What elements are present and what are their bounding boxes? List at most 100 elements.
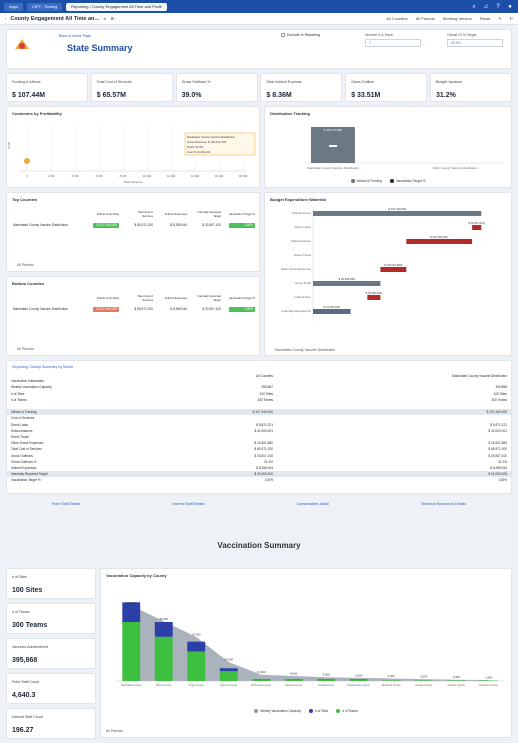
header-cell: [9, 209, 89, 218]
bottom-counties-title: Bottom Counties: [12, 281, 45, 286]
share-icon[interactable]: ⋖: [103, 16, 106, 21]
capacity-area: [131, 605, 489, 681]
county-tick-label: Rockland County: [382, 684, 402, 687]
kpi-value: 300 Teams: [12, 622, 48, 629]
checkbox-icon[interactable]: [281, 33, 285, 37]
table-cell: $ 8,358,944: [170, 223, 187, 228]
county-tick-label: Queens County: [220, 684, 238, 687]
refresh-icon[interactable]: ↻: [510, 16, 513, 21]
waterfall-bar[interactable]: [472, 225, 482, 230]
tooltip-line-3: Cost: $ 19,301,241: [187, 150, 211, 154]
scatter-point[interactable]: [24, 158, 30, 164]
tab-reporting[interactable]: Reporting / County Engagement All Time a…: [66, 2, 167, 11]
customers-xlabel: Total Revenue: [123, 180, 143, 184]
help-icon[interactable]: ?: [494, 3, 502, 11]
table-cell: 100%: [264, 478, 273, 483]
county-tick-label: Dutchess County: [479, 684, 499, 687]
edit-icon[interactable]: ✎: [498, 16, 501, 21]
back-home-link[interactable]: Back to Home Page: [59, 34, 91, 38]
target-field-label: Global Of % Target: [447, 33, 477, 37]
table-cell: $ 107,440,000: [89, 302, 123, 316]
distribution-bar-label: $ 105,477,886: [324, 128, 342, 132]
sites-bar[interactable]: [154, 621, 173, 637]
target-field[interactable]: 90.0%: [447, 39, 503, 47]
tooltip-line-1: Gross Revenue: $ 103,012,178: [187, 140, 226, 144]
waterfall-value-label: $ (16,521,860): [384, 263, 402, 267]
capacity-value-label: 30,000: [224, 658, 233, 662]
checkbox-label: Exclude in Reporting: [287, 33, 321, 37]
settings-icon[interactable]: ⚙: [110, 16, 114, 21]
waterfall-bar[interactable]: [313, 211, 482, 216]
teams-bar[interactable]: [187, 651, 206, 681]
teams-bar[interactable]: [317, 680, 336, 681]
details-link[interactable]: Technical Resources Details: [421, 502, 466, 506]
teams-bar[interactable]: [219, 671, 238, 681]
rank-field[interactable]: 7: [365, 39, 421, 47]
sites-bar[interactable]: [187, 641, 206, 652]
kpi-value: $ 33.51M: [351, 92, 381, 99]
search-icon[interactable]: ⌕: [470, 3, 478, 11]
reset-button[interactable]: Reset: [480, 16, 490, 21]
waterfall-bar[interactable]: [406, 239, 473, 244]
apps-button[interactable]: Apps: [4, 2, 24, 11]
vaccination-summary-title: Vaccination Summary: [217, 541, 301, 550]
teams-bar[interactable]: [122, 621, 141, 681]
table-row[interactable]: Manhattan County Vaccine Distribution $ 1…: [9, 302, 259, 316]
sites-bar[interactable]: [122, 602, 141, 622]
x-tick-label: 6.0M: [96, 174, 103, 178]
kpi-value: 395,868: [12, 657, 38, 664]
teams-bar[interactable]: [252, 680, 271, 681]
waterfall-bar[interactable]: [313, 309, 351, 314]
details-link[interactable]: Internal Staff Details: [172, 502, 204, 506]
county-tick-label: Putnam County: [448, 684, 466, 687]
teams-bar[interactable]: [154, 636, 173, 681]
county-filter[interactable]: All Counties: [386, 16, 407, 21]
teams-bar[interactable]: [349, 680, 368, 681]
column-header: Internally Reported Target: [197, 209, 221, 218]
x-tick-label: 8.0M: [120, 174, 127, 178]
waterfall-category-label: Subcontractors: [291, 239, 312, 243]
details-link[interactable]: Consumables Detail: [297, 502, 329, 506]
waterfall-bar[interactable]: [380, 267, 407, 272]
waterfall-footer: Manhattan County Vaccine Distribution: [275, 348, 336, 352]
waterfall-bar[interactable]: [313, 281, 381, 286]
kpi-label: # of Sites: [12, 575, 27, 579]
county-tick-label: Suffolk County: [318, 684, 335, 687]
notification-icon[interactable]: ♫: [482, 3, 490, 11]
table-row[interactable]: Manhattan County Vaccine Distribution $ 1…: [9, 218, 259, 232]
capacity-value-label: 10,000: [257, 670, 266, 674]
capacity-value-label: 2,000: [453, 675, 460, 679]
customers-ylabel: Profit: [7, 142, 11, 149]
teams-bar[interactable]: [284, 680, 303, 681]
monthly-summary-title[interactable]: Reporting: County Summary by Month: [12, 365, 73, 369]
table-cell: $ 8,358,944: [170, 307, 187, 312]
county-tick-label: Orange County: [415, 684, 433, 687]
county-tick-label: Westchester County: [348, 684, 371, 687]
user-icon[interactable]: ●: [506, 3, 514, 11]
sites-bar[interactable]: [219, 668, 238, 672]
top-counties-title: Top Counties: [12, 197, 38, 202]
column-header: Inflows & Funding: [96, 211, 119, 216]
exclude-checkbox[interactable]: Exclude in Reporting: [281, 33, 320, 37]
kpi-value: $ 107.44M: [12, 92, 46, 99]
table-cell: $ 65,571,200: [134, 223, 153, 228]
version-filter[interactable]: Working Version: [443, 16, 472, 21]
capacity-value-label: 1,500: [485, 676, 492, 680]
legend-item-teams: # of Teams: [336, 709, 358, 714]
x-tick-label: 16.0M: [215, 174, 224, 178]
waterfall-category-label: Indirect Exp.: [294, 295, 311, 299]
tooltip-title: Manhattan County Vaccine Distribution: [187, 135, 236, 139]
legend-item-target: Vaccination Target %: [389, 179, 426, 183]
tab-cift-testing[interactable]: CIFT - Testing: [27, 2, 63, 11]
period-filter[interactable]: All Periods: [416, 16, 435, 21]
kpi-value: 4,640.3: [12, 692, 36, 699]
waterfall-bar[interactable]: [367, 295, 381, 300]
vaccination-kpi-card: # of Sites 100 Sites: [6, 568, 96, 599]
page-toolbar: ‹ County Engagement All Time an... ⋖ ⚙ A…: [0, 13, 518, 25]
details-link[interactable]: Point Staff Details: [52, 502, 81, 506]
kpi-value: 196.27: [12, 727, 34, 734]
table-cell: $ 33,507,100: [202, 307, 221, 312]
capacity-value-label: 120,000: [126, 601, 137, 605]
back-arrow-icon[interactable]: ‹: [5, 16, 6, 21]
vaccination-footer: All Periods: [106, 729, 123, 733]
